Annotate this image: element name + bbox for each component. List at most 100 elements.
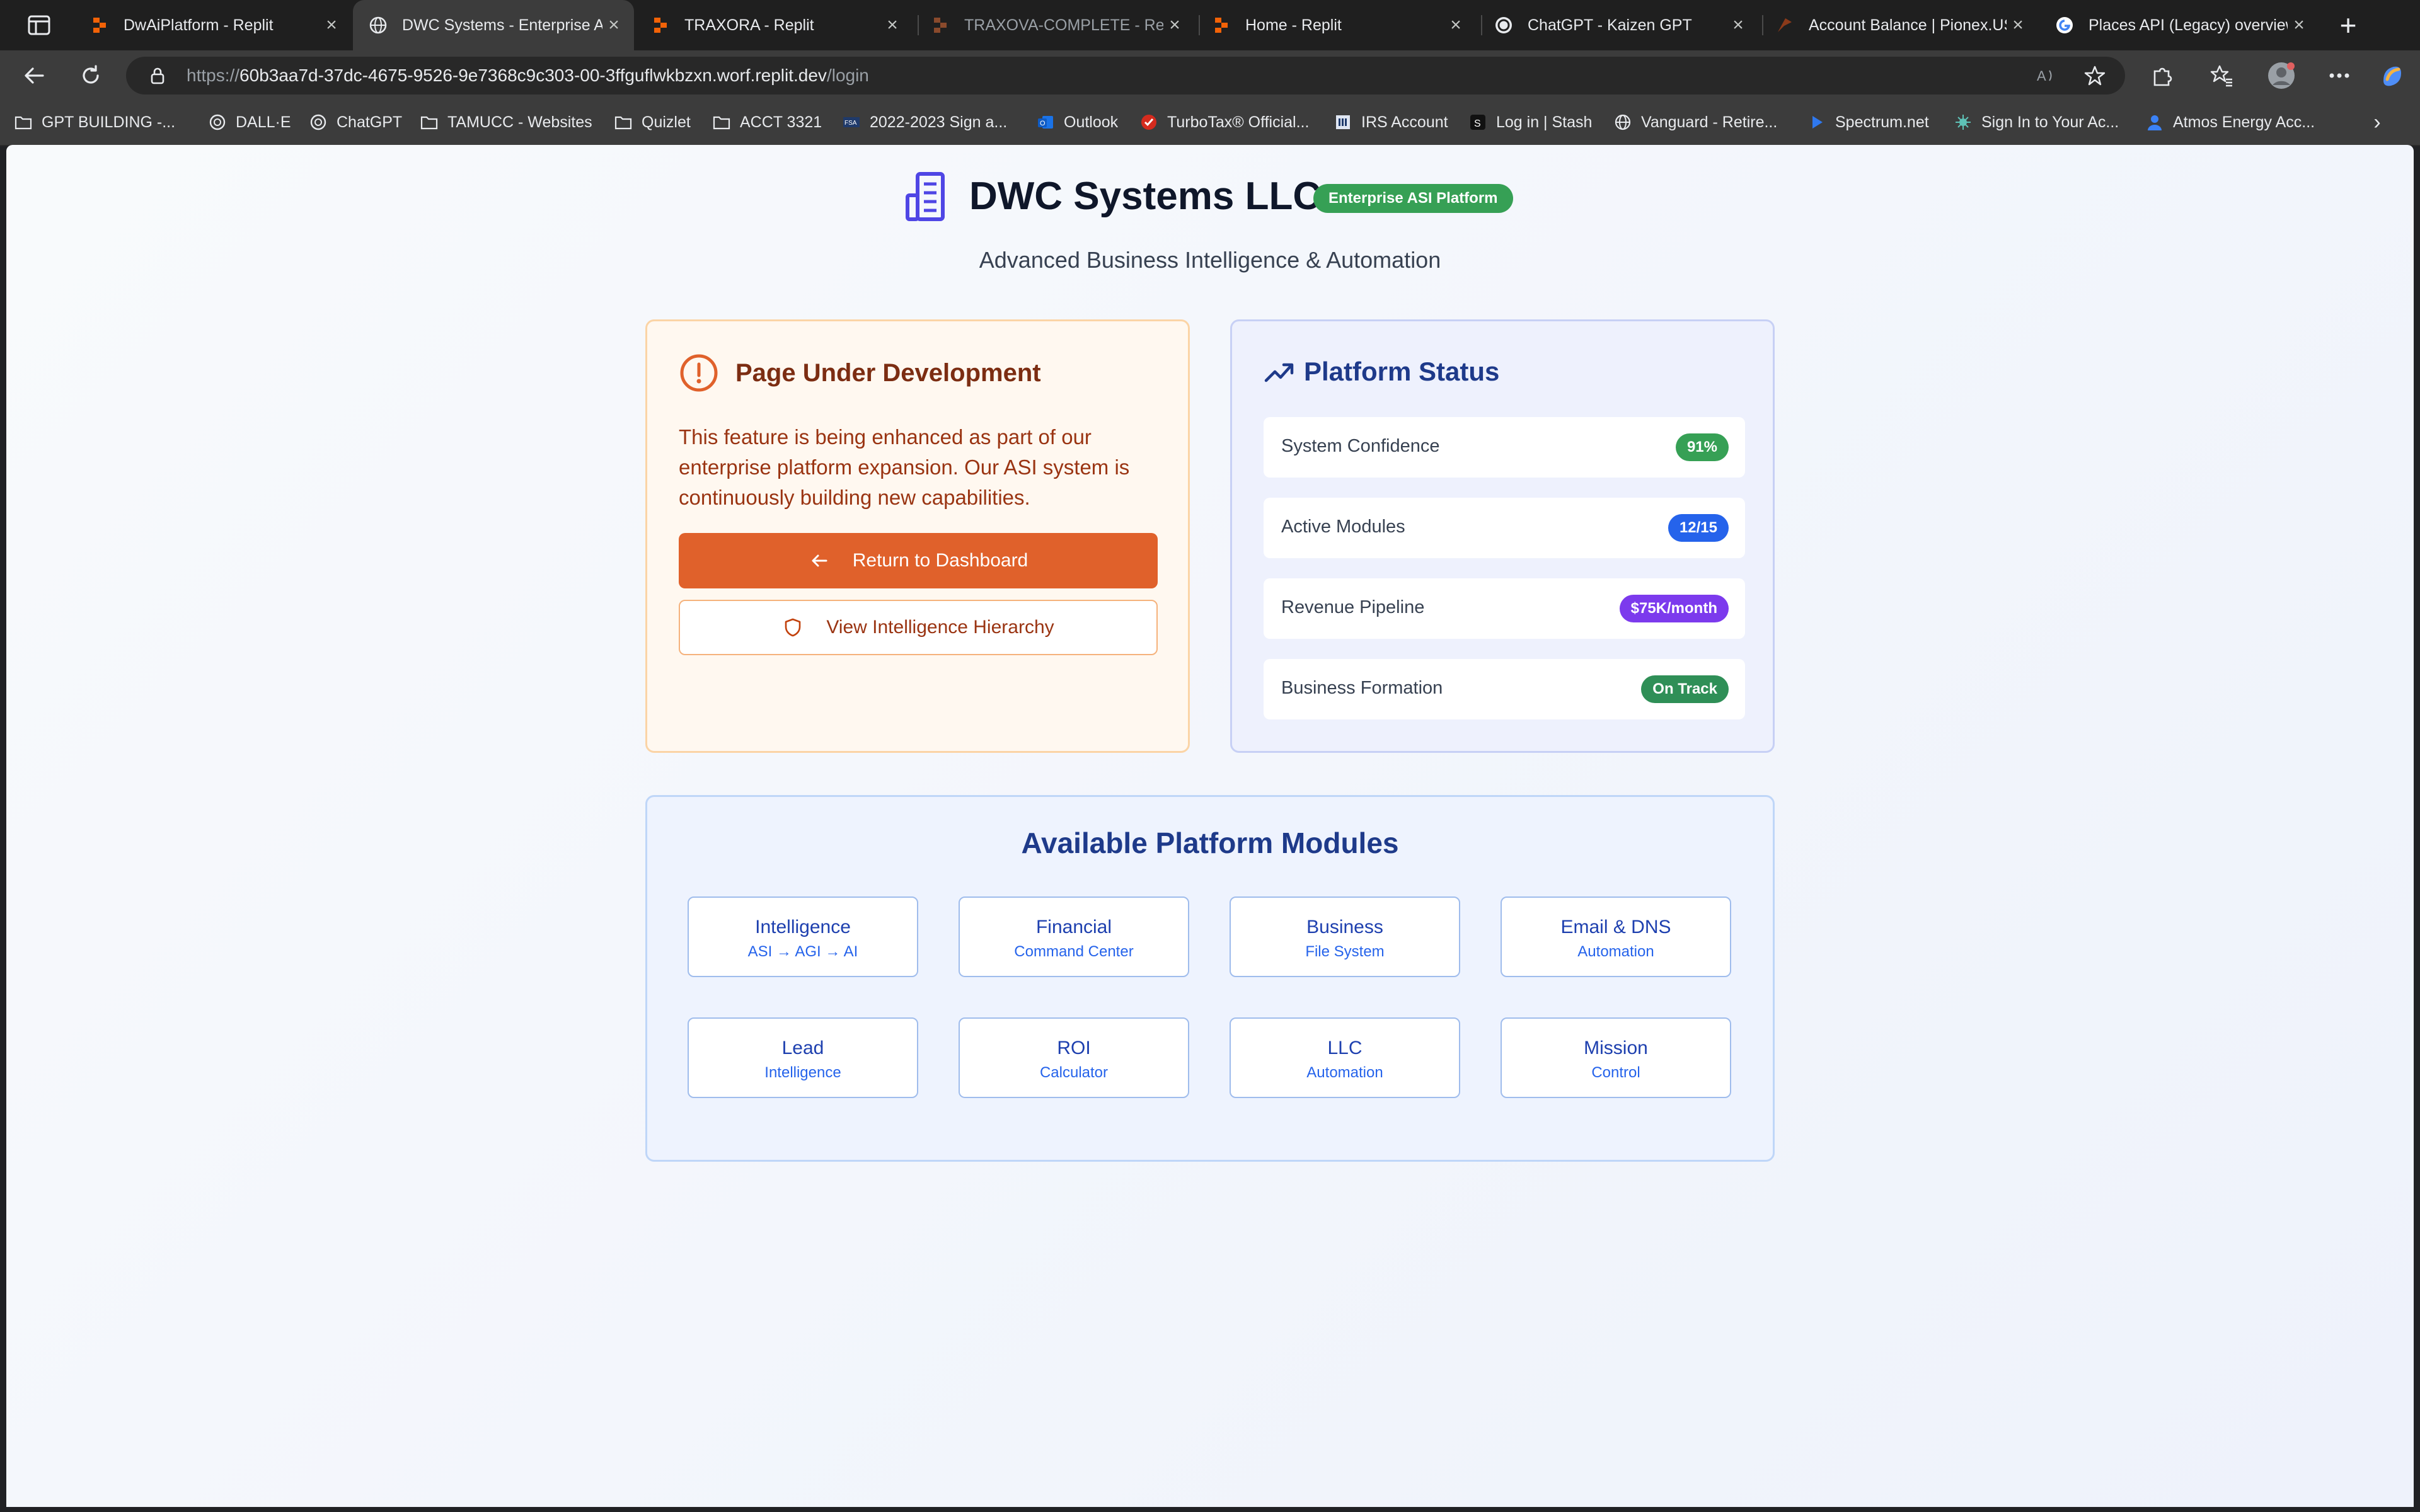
arrow-left-icon xyxy=(809,550,830,571)
outlook-icon: O xyxy=(1036,113,1055,132)
close-icon[interactable]: × xyxy=(320,14,343,37)
tab-label: Account Balance | Pionex.US xyxy=(1809,16,2007,34)
module-roi[interactable]: ROI Calculator xyxy=(959,1017,1189,1098)
bookmark-label: Sign In to Your Ac... xyxy=(1981,113,2119,131)
reload-button[interactable] xyxy=(76,60,106,91)
status-badge: $75K/month xyxy=(1619,595,1729,622)
close-icon[interactable]: × xyxy=(1727,14,1749,37)
svg-text:A: A xyxy=(2037,68,2046,84)
bookmark-tamucc[interactable]: TAMUCC - Websites xyxy=(420,110,592,135)
tab-label: DWC Systems - Enterprise A xyxy=(402,16,602,34)
more-menu-icon[interactable] xyxy=(2324,60,2354,91)
module-subtitle: Automation xyxy=(1306,1064,1383,1081)
address-bar[interactable]: https://60b3aa7d-37dc-4675-9526-9e7368c9… xyxy=(126,57,2125,94)
favorites-icon[interactable] xyxy=(2207,60,2237,91)
back-button[interactable] xyxy=(19,60,49,91)
module-llc[interactable]: LLC Automation xyxy=(1230,1017,1460,1098)
module-intelligence[interactable]: Intelligence ASI → AGI → AI xyxy=(688,896,918,977)
bookmark-quizlet[interactable]: Quizlet xyxy=(614,110,691,135)
module-financial[interactable]: Financial Command Center xyxy=(959,896,1189,977)
copilot-icon[interactable] xyxy=(2377,60,2407,91)
tab-pionex[interactable]: Account Balance | Pionex.US × xyxy=(1760,0,2038,50)
bookmark-irs[interactable]: IRS Account xyxy=(1334,110,1448,135)
module-mission[interactable]: Mission Control xyxy=(1501,1017,1731,1098)
button-label: View Intelligence Hierarchy xyxy=(826,617,1054,638)
profile-avatar[interactable] xyxy=(2266,60,2296,91)
status-label: Revenue Pipeline xyxy=(1281,597,1425,617)
tab-actions-icon[interactable] xyxy=(25,13,54,38)
bookmark-chatgpt[interactable]: ChatGPT xyxy=(309,110,402,135)
close-icon[interactable]: × xyxy=(2007,14,2029,37)
tab-traxora[interactable]: TRAXORA - Replit × xyxy=(635,0,913,50)
return-to-dashboard-button[interactable]: Return to Dashboard xyxy=(679,533,1158,588)
bookmark-label: Outlook xyxy=(1064,113,1119,131)
bookmark-label: Atmos Energy Acc... xyxy=(2173,113,2315,131)
close-icon[interactable]: × xyxy=(881,14,904,37)
module-business[interactable]: Business File System xyxy=(1230,896,1460,977)
tab-traxova[interactable]: TRAXOVA-COMPLETE - Rep × xyxy=(915,0,1195,50)
bookmark-atmos[interactable]: Atmos Energy Acc... xyxy=(2145,110,2315,135)
close-icon[interactable]: × xyxy=(1163,14,1186,37)
view-intelligence-hierarchy-button[interactable]: View Intelligence Hierarchy xyxy=(679,600,1158,655)
module-email-dns[interactable]: Email & DNS Automation xyxy=(1501,896,1731,977)
tab-dwaiplatform[interactable]: DwAiPlatform - Replit × xyxy=(74,0,352,50)
chevron-right-icon[interactable]: › xyxy=(2365,110,2390,135)
lock-icon[interactable] xyxy=(147,66,168,86)
trending-up-icon xyxy=(1264,357,1295,388)
bookmark-outlook[interactable]: O Outlook xyxy=(1036,110,1118,135)
close-icon[interactable]: × xyxy=(2288,14,2310,37)
tab-dwc-systems[interactable]: DWC Systems - Enterprise A × xyxy=(353,0,634,50)
page-subtitle: Advanced Business Intelligence & Automat… xyxy=(979,247,1441,273)
read-aloud-icon[interactable]: A xyxy=(2034,64,2057,87)
folder-icon xyxy=(614,113,633,132)
module-lead[interactable]: Lead Intelligence xyxy=(688,1017,918,1098)
replit-icon xyxy=(1211,15,1231,35)
status-label: Active Modules xyxy=(1281,517,1405,537)
module-name: Lead xyxy=(781,1038,824,1058)
fsa-icon: FSA xyxy=(842,113,861,132)
module-name: LLC xyxy=(1327,1038,1363,1058)
bookmark-fsa[interactable]: FSA 2022-2023 Sign a... xyxy=(842,110,1007,135)
bookmark-acct-3321[interactable]: ACCT 3321 xyxy=(712,110,822,135)
page-viewport: DWC Systems LLC Enterprise ASI Platform … xyxy=(6,145,2414,1507)
globe-icon xyxy=(1613,113,1632,132)
bookmark-spectrum[interactable]: Spectrum.net xyxy=(1807,110,1929,135)
new-tab-button[interactable]: + xyxy=(2332,9,2365,42)
openai-icon xyxy=(208,113,227,132)
bookmark-dalle[interactable]: DALL·E xyxy=(208,110,291,135)
url-scheme: https:// xyxy=(187,66,240,85)
platform-badge: Enterprise ASI Platform xyxy=(1313,184,1513,213)
bookmark-label: Spectrum.net xyxy=(1835,113,1929,131)
bookmark-turbotax[interactable]: TurboTax® Official... xyxy=(1139,110,1309,135)
alert-circle-icon xyxy=(679,353,719,393)
bookmark-sign-in[interactable]: Sign In to Your Ac... xyxy=(1954,110,2119,135)
replit-icon xyxy=(89,15,110,35)
irs-icon xyxy=(1334,113,1352,132)
module-subtitle: Intelligence xyxy=(764,1064,841,1081)
bookmark-gpt-building[interactable]: GPT BUILDING -... xyxy=(14,110,175,135)
globe-icon xyxy=(368,15,388,35)
svg-text:O: O xyxy=(1040,120,1046,127)
bookmark-label: GPT BUILDING -... xyxy=(42,113,176,131)
back-arrow-icon xyxy=(25,67,44,84)
folder-icon xyxy=(14,113,33,132)
module-name: Financial xyxy=(1035,917,1112,937)
tab-home-replit[interactable]: Home - Replit × xyxy=(1196,0,1476,50)
star-icon[interactable] xyxy=(2083,64,2106,87)
tab-places-api[interactable]: Places API (Legacy) overview × xyxy=(2039,0,2319,50)
tab-label: Places API (Legacy) overview xyxy=(2089,16,2288,34)
module-name: Mission xyxy=(1584,1038,1648,1058)
bookmark-label: Vanguard - Retire... xyxy=(1641,113,1778,131)
openai-icon xyxy=(309,113,328,132)
pionex-icon xyxy=(1775,15,1795,35)
tab-chatgpt[interactable]: ChatGPT - Kaizen GPT × xyxy=(1478,0,1758,50)
status-badge: 12/15 xyxy=(1668,514,1729,542)
bookmark-stash[interactable]: S Log in | Stash xyxy=(1468,110,1592,135)
close-icon[interactable]: × xyxy=(1444,14,1467,37)
bookmark-vanguard[interactable]: Vanguard - Retire... xyxy=(1613,110,1777,135)
extensions-icon[interactable] xyxy=(2146,60,2177,91)
close-icon[interactable]: × xyxy=(602,14,625,37)
bookmark-label: IRS Account xyxy=(1361,113,1448,131)
module-name: Intelligence xyxy=(755,917,851,937)
shield-icon xyxy=(782,617,804,638)
